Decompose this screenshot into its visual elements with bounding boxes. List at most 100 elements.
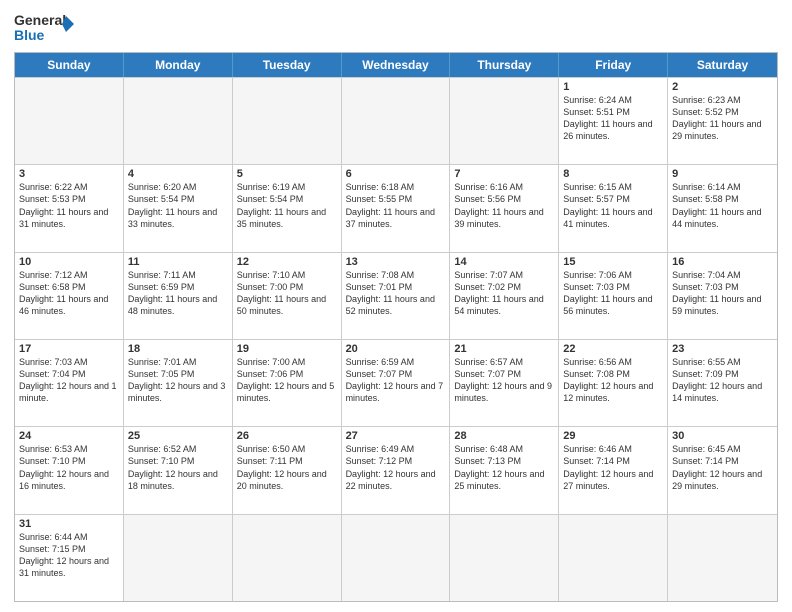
calendar-cell: 27Sunrise: 6:49 AM Sunset: 7:12 PM Dayli… [342, 427, 451, 513]
day-number: 6 [346, 168, 446, 180]
day-info: Sunrise: 6:20 AM Sunset: 5:54 PM Dayligh… [128, 181, 228, 230]
calendar-cell: 7Sunrise: 6:16 AM Sunset: 5:56 PM Daylig… [450, 165, 559, 251]
calendar-week-row: 31Sunrise: 6:44 AM Sunset: 7:15 PM Dayli… [15, 514, 777, 601]
day-number: 29 [563, 430, 663, 442]
day-number: 14 [454, 256, 554, 268]
day-info: Sunrise: 6:45 AM Sunset: 7:14 PM Dayligh… [672, 443, 773, 492]
calendar-cell: 20Sunrise: 6:59 AM Sunset: 7:07 PM Dayli… [342, 340, 451, 426]
calendar-header-day: Monday [124, 53, 233, 77]
day-number: 12 [237, 256, 337, 268]
day-number: 30 [672, 430, 773, 442]
day-number: 10 [19, 256, 119, 268]
calendar-week-row: 3Sunrise: 6:22 AM Sunset: 5:53 PM Daylig… [15, 164, 777, 251]
generalblue-logo-icon: General Blue [14, 10, 74, 46]
calendar-cell: 12Sunrise: 7:10 AM Sunset: 7:00 PM Dayli… [233, 253, 342, 339]
calendar-header-day: Thursday [450, 53, 559, 77]
day-number: 7 [454, 168, 554, 180]
day-info: Sunrise: 6:53 AM Sunset: 7:10 PM Dayligh… [19, 443, 119, 492]
calendar-week-row: 1Sunrise: 6:24 AM Sunset: 5:51 PM Daylig… [15, 77, 777, 164]
svg-text:Blue: Blue [14, 27, 45, 43]
day-number: 20 [346, 343, 446, 355]
day-info: Sunrise: 6:22 AM Sunset: 5:53 PM Dayligh… [19, 181, 119, 230]
day-info: Sunrise: 6:52 AM Sunset: 7:10 PM Dayligh… [128, 443, 228, 492]
calendar-cell: 29Sunrise: 6:46 AM Sunset: 7:14 PM Dayli… [559, 427, 668, 513]
calendar-cell: 2Sunrise: 6:23 AM Sunset: 5:52 PM Daylig… [668, 78, 777, 164]
day-number: 17 [19, 343, 119, 355]
calendar-cell: 8Sunrise: 6:15 AM Sunset: 5:57 PM Daylig… [559, 165, 668, 251]
day-number: 22 [563, 343, 663, 355]
day-info: Sunrise: 6:55 AM Sunset: 7:09 PM Dayligh… [672, 356, 773, 405]
calendar: SundayMondayTuesdayWednesdayThursdayFrid… [14, 52, 778, 602]
day-info: Sunrise: 7:06 AM Sunset: 7:03 PM Dayligh… [563, 269, 663, 318]
calendar-cell: 1Sunrise: 6:24 AM Sunset: 5:51 PM Daylig… [559, 78, 668, 164]
calendar-header-day: Saturday [668, 53, 777, 77]
day-number: 21 [454, 343, 554, 355]
day-number: 13 [346, 256, 446, 268]
calendar-header-row: SundayMondayTuesdayWednesdayThursdayFrid… [15, 53, 777, 77]
day-number: 25 [128, 430, 228, 442]
day-info: Sunrise: 6:59 AM Sunset: 7:07 PM Dayligh… [346, 356, 446, 405]
calendar-cell [124, 515, 233, 601]
day-number: 18 [128, 343, 228, 355]
day-info: Sunrise: 6:23 AM Sunset: 5:52 PM Dayligh… [672, 94, 773, 143]
calendar-header-day: Tuesday [233, 53, 342, 77]
day-info: Sunrise: 6:14 AM Sunset: 5:58 PM Dayligh… [672, 181, 773, 230]
calendar-header-day: Wednesday [342, 53, 451, 77]
day-info: Sunrise: 7:11 AM Sunset: 6:59 PM Dayligh… [128, 269, 228, 318]
calendar-cell [342, 515, 451, 601]
header: General Blue [14, 10, 778, 46]
calendar-cell: 13Sunrise: 7:08 AM Sunset: 7:01 PM Dayli… [342, 253, 451, 339]
day-number: 3 [19, 168, 119, 180]
day-info: Sunrise: 7:03 AM Sunset: 7:04 PM Dayligh… [19, 356, 119, 405]
day-info: Sunrise: 6:15 AM Sunset: 5:57 PM Dayligh… [563, 181, 663, 230]
day-number: 26 [237, 430, 337, 442]
calendar-cell: 5Sunrise: 6:19 AM Sunset: 5:54 PM Daylig… [233, 165, 342, 251]
calendar-cell [233, 78, 342, 164]
day-info: Sunrise: 7:00 AM Sunset: 7:06 PM Dayligh… [237, 356, 337, 405]
calendar-cell: 19Sunrise: 7:00 AM Sunset: 7:06 PM Dayli… [233, 340, 342, 426]
calendar-cell: 15Sunrise: 7:06 AM Sunset: 7:03 PM Dayli… [559, 253, 668, 339]
calendar-cell: 6Sunrise: 6:18 AM Sunset: 5:55 PM Daylig… [342, 165, 451, 251]
calendar-cell: 11Sunrise: 7:11 AM Sunset: 6:59 PM Dayli… [124, 253, 233, 339]
calendar-cell: 23Sunrise: 6:55 AM Sunset: 7:09 PM Dayli… [668, 340, 777, 426]
day-info: Sunrise: 6:18 AM Sunset: 5:55 PM Dayligh… [346, 181, 446, 230]
calendar-cell: 26Sunrise: 6:50 AM Sunset: 7:11 PM Dayli… [233, 427, 342, 513]
day-number: 31 [19, 518, 119, 530]
day-info: Sunrise: 6:57 AM Sunset: 7:07 PM Dayligh… [454, 356, 554, 405]
day-info: Sunrise: 7:04 AM Sunset: 7:03 PM Dayligh… [672, 269, 773, 318]
calendar-cell [233, 515, 342, 601]
calendar-body: 1Sunrise: 6:24 AM Sunset: 5:51 PM Daylig… [15, 77, 777, 601]
day-number: 2 [672, 81, 773, 93]
day-info: Sunrise: 6:48 AM Sunset: 7:13 PM Dayligh… [454, 443, 554, 492]
calendar-week-row: 17Sunrise: 7:03 AM Sunset: 7:04 PM Dayli… [15, 339, 777, 426]
calendar-cell: 24Sunrise: 6:53 AM Sunset: 7:10 PM Dayli… [15, 427, 124, 513]
day-info: Sunrise: 6:44 AM Sunset: 7:15 PM Dayligh… [19, 531, 119, 580]
day-info: Sunrise: 6:46 AM Sunset: 7:14 PM Dayligh… [563, 443, 663, 492]
calendar-cell [668, 515, 777, 601]
calendar-cell: 17Sunrise: 7:03 AM Sunset: 7:04 PM Dayli… [15, 340, 124, 426]
logo: General Blue [14, 10, 74, 46]
day-info: Sunrise: 7:07 AM Sunset: 7:02 PM Dayligh… [454, 269, 554, 318]
calendar-cell: 21Sunrise: 6:57 AM Sunset: 7:07 PM Dayli… [450, 340, 559, 426]
calendar-cell [559, 515, 668, 601]
calendar-cell: 10Sunrise: 7:12 AM Sunset: 6:58 PM Dayli… [15, 253, 124, 339]
day-info: Sunrise: 6:16 AM Sunset: 5:56 PM Dayligh… [454, 181, 554, 230]
day-number: 11 [128, 256, 228, 268]
day-number: 1 [563, 81, 663, 93]
day-number: 28 [454, 430, 554, 442]
calendar-cell: 31Sunrise: 6:44 AM Sunset: 7:15 PM Dayli… [15, 515, 124, 601]
calendar-cell: 4Sunrise: 6:20 AM Sunset: 5:54 PM Daylig… [124, 165, 233, 251]
day-number: 27 [346, 430, 446, 442]
calendar-header-day: Friday [559, 53, 668, 77]
calendar-cell: 22Sunrise: 6:56 AM Sunset: 7:08 PM Dayli… [559, 340, 668, 426]
calendar-cell: 28Sunrise: 6:48 AM Sunset: 7:13 PM Dayli… [450, 427, 559, 513]
page: General Blue SundayMondayTuesdayWednesda… [0, 0, 792, 612]
calendar-cell [124, 78, 233, 164]
calendar-cell: 30Sunrise: 6:45 AM Sunset: 7:14 PM Dayli… [668, 427, 777, 513]
day-info: Sunrise: 7:08 AM Sunset: 7:01 PM Dayligh… [346, 269, 446, 318]
calendar-cell [342, 78, 451, 164]
calendar-cell [450, 78, 559, 164]
day-info: Sunrise: 6:24 AM Sunset: 5:51 PM Dayligh… [563, 94, 663, 143]
calendar-cell: 25Sunrise: 6:52 AM Sunset: 7:10 PM Dayli… [124, 427, 233, 513]
day-info: Sunrise: 7:10 AM Sunset: 7:00 PM Dayligh… [237, 269, 337, 318]
